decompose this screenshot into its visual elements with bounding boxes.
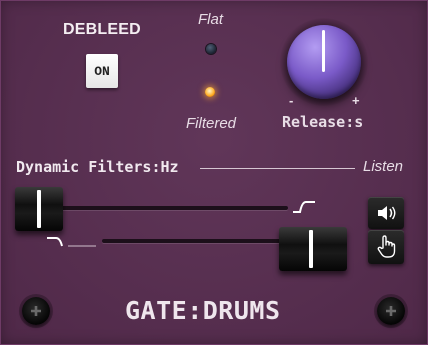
hand-pointer-icon	[377, 235, 396, 258]
plugin-panel: DEBLEED ON Flat Filtered - + Release:s D…	[0, 0, 428, 345]
section-divider	[200, 168, 355, 169]
release-max-label: +	[352, 93, 360, 108]
debleed-title: DEBLEED	[63, 21, 141, 38]
low-filter-slider-thumb[interactable]	[279, 227, 347, 271]
flat-mode-label[interactable]: Flat	[198, 11, 223, 28]
debleed-on-button[interactable]: ON	[86, 54, 118, 88]
screw-icon	[22, 297, 50, 325]
screw-icon	[377, 297, 405, 325]
speaker-icon	[378, 206, 396, 220]
release-label: Release:s	[282, 113, 364, 131]
dynamic-filters-label: Dynamic Filters:Hz	[16, 158, 179, 176]
listen-speaker-button[interactable]	[368, 197, 404, 229]
release-min-label: -	[289, 93, 294, 108]
high-filter-slider-track[interactable]	[34, 206, 288, 210]
high-filter-slider-thumb[interactable]	[15, 187, 63, 231]
high-cut-shape-icon	[293, 201, 315, 213]
brand-title: GATE:DRUMS	[125, 296, 281, 325]
filtered-mode-label[interactable]: Filtered	[186, 115, 236, 132]
flat-mode-led[interactable]	[206, 44, 216, 54]
low-cut-shape-icon	[47, 237, 96, 247]
listen-hand-button[interactable]	[368, 230, 404, 264]
listen-label: Listen	[363, 158, 404, 175]
filtered-mode-led[interactable]	[205, 87, 215, 97]
low-filter-slider-track[interactable]	[102, 239, 302, 243]
release-knob-pointer	[322, 30, 325, 72]
